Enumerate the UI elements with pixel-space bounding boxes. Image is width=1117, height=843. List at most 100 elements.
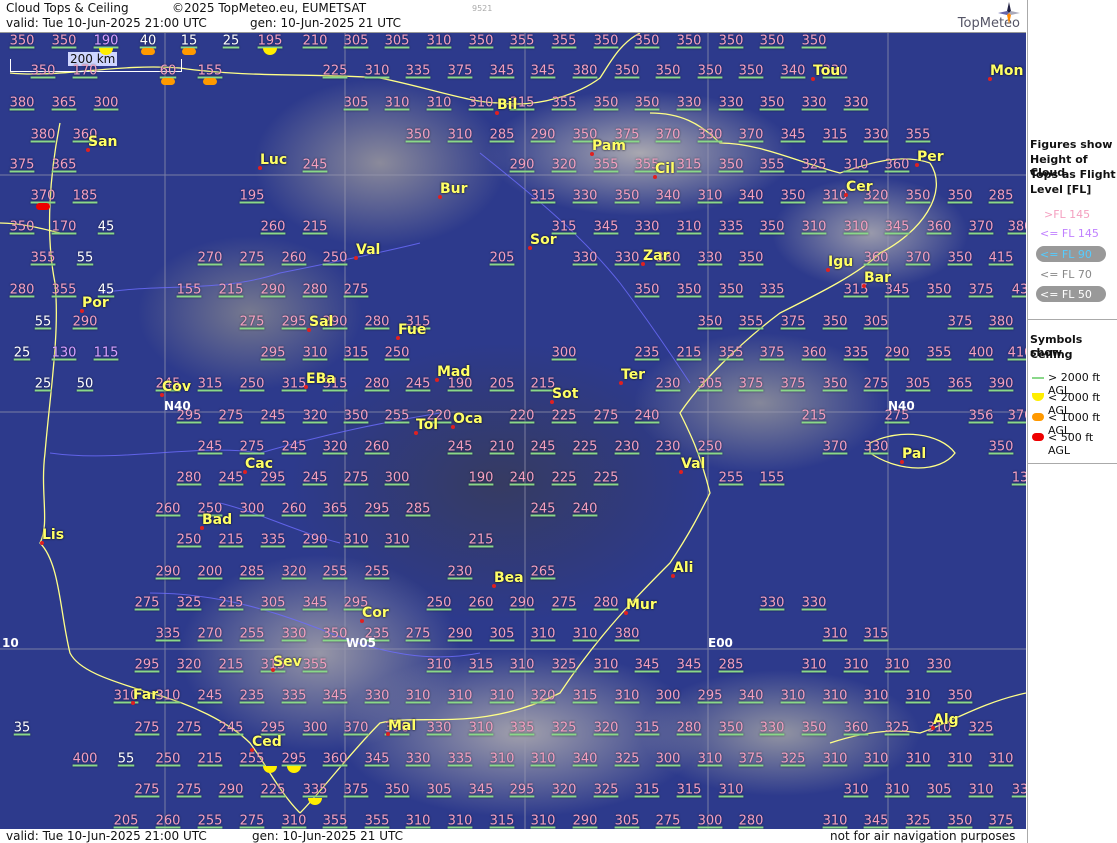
cloud-top-label: 370 bbox=[738, 127, 764, 143]
cloud-top-label: 340 bbox=[655, 188, 681, 204]
cloud-top-label: 290 bbox=[155, 564, 181, 580]
cloud-top-label: 315 bbox=[281, 376, 307, 392]
cloud-top-label: 290 bbox=[447, 626, 473, 642]
cloud-top-label: 240 bbox=[572, 501, 598, 517]
cloud-top-label: 375 bbox=[738, 376, 764, 392]
cloud-top-label: 155 bbox=[759, 470, 785, 486]
city-label: Mur bbox=[626, 597, 657, 613]
cloud-top-label: 350 bbox=[759, 219, 785, 235]
cloud-top-label: 245 bbox=[530, 439, 556, 455]
cloud-top-label: 325 bbox=[780, 751, 806, 767]
cloud-top-label: 310 bbox=[884, 782, 910, 798]
cloud-top-label: 350 bbox=[718, 282, 744, 298]
cloud-top-label: 255 bbox=[718, 470, 744, 486]
cloud-top-label: 215 bbox=[302, 219, 328, 235]
cloud-top-label: 355 bbox=[322, 813, 348, 829]
cloud-top-label: 340 bbox=[738, 688, 764, 704]
cloud-top-label: 360 bbox=[801, 345, 827, 361]
cloud-top-label: 350 bbox=[51, 33, 77, 49]
cloud-top-label: 310 bbox=[405, 688, 431, 704]
cloud-top-label: 360 bbox=[863, 250, 889, 266]
cloud-top-label: 250 bbox=[384, 345, 410, 361]
orange-ceiling-symbol bbox=[161, 78, 175, 85]
cloud-top-label: 325 bbox=[551, 720, 577, 736]
city-label: Cor bbox=[362, 605, 389, 621]
cloud-top-label: 300 bbox=[302, 720, 328, 736]
cloud-top-label: 275 bbox=[218, 408, 244, 424]
cloud-top-label: 275 bbox=[551, 595, 577, 611]
cloud-top-label: 350 bbox=[384, 782, 410, 798]
cloud-top-label: 350 bbox=[655, 63, 681, 79]
cloud-top-label: 300 bbox=[655, 751, 681, 767]
cloud-top-label: 330 bbox=[759, 595, 785, 611]
cloud-top-label: 365 bbox=[51, 95, 77, 111]
cloud-top-label: 310 bbox=[530, 813, 556, 829]
cloud-top-label: 310 bbox=[489, 751, 515, 767]
cloud-top-label: 55 bbox=[34, 314, 52, 330]
city-label: Cer bbox=[846, 179, 873, 195]
cloud-top-label: 315 bbox=[572, 688, 598, 704]
city-label: Sot bbox=[552, 386, 579, 402]
cloud-top-label: 290 bbox=[884, 345, 910, 361]
cloud-top-label: 275 bbox=[343, 470, 369, 486]
cloud-top-label: 315 bbox=[676, 782, 702, 798]
cloud-top-label: 25 bbox=[222, 33, 240, 49]
cloud-top-label: 230 bbox=[655, 439, 681, 455]
cloud-top-label: 345 bbox=[489, 63, 515, 79]
legend-title-3: Tops as Flight bbox=[1030, 168, 1116, 181]
cloud-top-label: 170 bbox=[72, 63, 98, 79]
cloud-top-label: 43 bbox=[1011, 282, 1026, 298]
orange-bar-icon bbox=[1032, 413, 1044, 421]
cloud-top-label: 380 bbox=[614, 626, 640, 642]
cloud-top-label: 310 bbox=[384, 95, 410, 111]
cloud-top-label: 350 bbox=[593, 33, 619, 49]
cloud-top-label: 250 bbox=[322, 250, 348, 266]
cloud-top-label: 350 bbox=[614, 63, 640, 79]
cloud-top-label: 345 bbox=[593, 219, 619, 235]
cloud-top-label: 275 bbox=[593, 408, 619, 424]
cloud-top-label: 335 bbox=[260, 532, 286, 548]
cloud-top-label: 330 bbox=[676, 95, 702, 111]
cloud-top-label: 295 bbox=[509, 782, 535, 798]
cloud-top-label: 335 bbox=[155, 626, 181, 642]
map-title: Cloud Tops & Ceiling bbox=[6, 1, 129, 15]
cloud-top-label: 305 bbox=[905, 376, 931, 392]
city-label: Fue bbox=[398, 322, 427, 338]
cloud-top-label: 215 bbox=[218, 532, 244, 548]
cloud-top-label: 310 bbox=[801, 657, 827, 673]
cloud-top-label: 235 bbox=[634, 345, 660, 361]
cloud-top-label: 350 bbox=[988, 439, 1014, 455]
cloud-top-label: 325 bbox=[968, 720, 994, 736]
cloud-top-label: 320 bbox=[530, 688, 556, 704]
cloud-top-label: 190 bbox=[93, 33, 119, 49]
valid-time: valid: Tue 10-Jun-2025 21:00 UTC bbox=[6, 16, 207, 30]
cloud-top-label: 315 bbox=[634, 782, 660, 798]
cloud-top-label: 310 bbox=[843, 657, 869, 673]
cloud-top-label: 380 bbox=[30, 127, 56, 143]
cloud-top-label: 115 bbox=[93, 345, 119, 361]
cloud-top-label: 310 bbox=[905, 688, 931, 704]
cloud-top-label: 305 bbox=[614, 813, 640, 829]
legend-symbols-title-2: Ceiling bbox=[1030, 348, 1073, 361]
city-label: Pam bbox=[592, 138, 626, 154]
cloud-top-label: 320 bbox=[551, 782, 577, 798]
cloud-top-label: 340 bbox=[572, 751, 598, 767]
cloud-top-label: 350 bbox=[322, 626, 348, 642]
header-bar: Cloud Tops & Ceiling ©2025 TopMeteo.eu, … bbox=[0, 0, 1026, 33]
cloud-top-label: 330 bbox=[614, 250, 640, 266]
cloud-tops-map[interactable]: 200 km 350 350 190 40 15 25 195 210 305 305 310 350… bbox=[0, 33, 1026, 829]
cloud-top-label: 410 bbox=[1007, 345, 1026, 361]
cloud-top-label: 300 bbox=[697, 813, 723, 829]
cloud-top-label: 350 bbox=[947, 188, 973, 204]
cloud-top-label: 310 bbox=[822, 626, 848, 642]
cloud-top-label: 245 bbox=[197, 439, 223, 455]
cloud-top-label: 215 bbox=[218, 282, 244, 298]
cloud-top-label: 240 bbox=[509, 470, 535, 486]
cloud-top-label: 400 bbox=[968, 345, 994, 361]
legend-title-1: Figures show bbox=[1030, 138, 1113, 151]
cloud-top-label: 310 bbox=[822, 813, 848, 829]
city-label: Por bbox=[82, 295, 109, 311]
cloud-top-label: 345 bbox=[302, 595, 328, 611]
cloud-top-label: 345 bbox=[884, 219, 910, 235]
cloud-top-label: 345 bbox=[863, 813, 889, 829]
